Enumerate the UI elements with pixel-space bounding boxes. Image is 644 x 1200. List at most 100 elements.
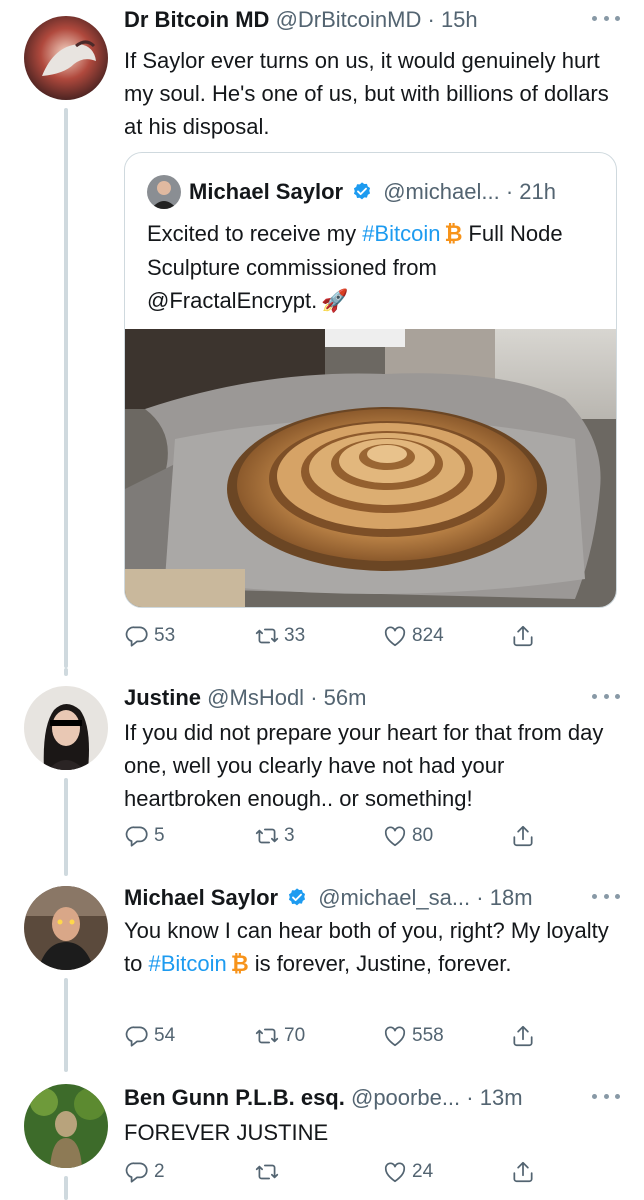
quoted-tweet[interactable]: Michael Saylor @michael... · 21h Excited… [124, 152, 617, 608]
share-button[interactable] [510, 1020, 540, 1052]
more-icon[interactable] [592, 886, 620, 906]
author-name[interactable]: Ben Gunn P.L.B. esq. [124, 1085, 345, 1110]
quote-media-image[interactable] [125, 329, 616, 607]
retweet-button[interactable] [254, 1156, 284, 1188]
reply-icon [124, 1023, 150, 1049]
author-handle[interactable]: @MsHodl [207, 685, 304, 710]
author-handle[interactable]: @michael_sa... [318, 885, 470, 910]
author-handle[interactable]: @DrBitcoinMD [276, 7, 422, 32]
like-icon [382, 1023, 408, 1049]
share-icon [510, 1023, 536, 1049]
thread-line [64, 1064, 68, 1072]
hashtag-link[interactable]: #Bitcoin [148, 951, 226, 976]
retweet-icon [254, 823, 280, 849]
thread-line [64, 1176, 68, 1200]
like-count: 80 [412, 825, 434, 846]
reply-count: 5 [154, 825, 165, 846]
tweet-actions: 54 70 558 [124, 1020, 554, 1052]
like-count: 24 [412, 1161, 434, 1182]
more-icon[interactable] [592, 1086, 620, 1106]
reply-icon [124, 823, 150, 849]
tweet-text: You know I can hear both of you, right? … [124, 914, 614, 981]
retweet-icon [254, 1159, 280, 1185]
quote-author-name: Michael Saylor [189, 179, 344, 204]
like-icon [382, 623, 408, 649]
retweet-button[interactable]: 3 [254, 820, 295, 852]
like-button[interactable]: 558 [382, 1020, 444, 1052]
share-icon [510, 623, 536, 649]
avatar-bengunn[interactable] [24, 1084, 108, 1168]
like-icon [382, 823, 408, 849]
reply-count: 54 [154, 1025, 176, 1046]
share-button[interactable] [510, 620, 540, 652]
author-name[interactable]: Justine [124, 685, 201, 710]
hashtag-link[interactable]: #Bitcoin [362, 221, 440, 246]
thread-line [64, 978, 68, 1070]
quote-time: · 21h [505, 179, 556, 204]
retweet-button[interactable]: 70 [254, 1020, 305, 1052]
avatar-saylor[interactable] [24, 886, 108, 970]
reply-button[interactable]: 2 [124, 1156, 165, 1188]
retweet-icon [254, 1023, 280, 1049]
reply-button[interactable]: 54 [124, 1020, 175, 1052]
bitcoin-emoji: ₿ [444, 222, 463, 247]
like-count: 824 [412, 625, 444, 646]
like-button[interactable]: 80 [382, 820, 433, 852]
like-button[interactable]: 24 [382, 1156, 433, 1188]
tweet-drbitcoin[interactable]: Dr Bitcoin MD @DrBitcoinMD · 15h If Sayl… [0, 0, 644, 680]
avatar-drbitcoin[interactable] [24, 16, 108, 100]
retweet-button[interactable]: 33 [254, 620, 305, 652]
tweet-time[interactable]: · 18m [476, 885, 532, 910]
reply-count: 53 [154, 625, 176, 646]
reply-icon [124, 1159, 150, 1185]
avatar-justine[interactable] [24, 686, 108, 770]
tweet-header: Dr Bitcoin MD @DrBitcoinMD · 15h [124, 4, 632, 36]
like-count: 558 [412, 1025, 444, 1046]
retweet-count: 70 [284, 1025, 306, 1046]
tweet-text: If Saylor ever turns on us, it would gen… [124, 48, 609, 139]
tweet-text: If you did not prepare your heart for th… [124, 720, 604, 811]
quote-text: Excited to receive my #Bitcoin ₿ Full Node… [147, 217, 594, 318]
author-name[interactable]: Dr Bitcoin MD [124, 7, 269, 32]
tweet-time[interactable]: · 56m [310, 685, 366, 710]
rocket-emoji: 🚀 [321, 289, 349, 314]
tweet-justine[interactable]: Justine @MsHodl · 56m If you did not pre… [0, 668, 644, 880]
tweet-time[interactable]: · 15h [428, 7, 478, 32]
tweet-time[interactable]: · 13m [466, 1085, 522, 1110]
tweet-header: Michael Saylor @michael_sa... · 18m [124, 882, 632, 914]
mention-link[interactable]: @FractalEncrypt [147, 288, 311, 313]
verified-badge-icon [286, 887, 308, 909]
reply-icon [124, 623, 150, 649]
thread-line [64, 868, 68, 876]
author-handle[interactable]: @poorbe... [351, 1085, 460, 1110]
tweet-actions: 53 33 824 [124, 620, 554, 652]
reply-button[interactable]: 53 [124, 620, 175, 652]
verified-badge-icon [351, 181, 373, 203]
thread-line [64, 668, 68, 676]
bitcoin-emoji: ₿ [230, 952, 249, 977]
more-icon[interactable] [592, 8, 620, 28]
like-button[interactable]: 824 [382, 620, 444, 652]
tweet-header: Justine @MsHodl · 56m [124, 682, 632, 714]
share-button[interactable] [510, 1156, 540, 1188]
reply-count: 2 [154, 1161, 165, 1182]
quote-author-handle: @michael... [383, 179, 500, 204]
quote-avatar [147, 175, 181, 209]
author-name[interactable]: Michael Saylor [124, 885, 278, 910]
retweet-count: 33 [284, 625, 306, 646]
tweet-bengunn[interactable]: Ben Gunn P.L.B. esq. @poorbe... · 13m FO… [0, 1064, 644, 1200]
share-icon [510, 1159, 536, 1185]
reply-button[interactable]: 5 [124, 820, 165, 852]
retweet-icon [254, 623, 280, 649]
quote-text-part: Excited to receive my [147, 221, 363, 246]
like-icon [382, 1159, 408, 1185]
thread-line [64, 108, 68, 668]
thread-line [64, 778, 68, 874]
tweet-actions: 2 24 [124, 1156, 554, 1188]
tweet-header: Ben Gunn P.L.B. esq. @poorbe... · 13m [124, 1082, 632, 1114]
share-button[interactable] [510, 820, 540, 852]
more-icon[interactable] [592, 686, 620, 706]
tweet-saylor[interactable]: Michael Saylor @michael_sa... · 18m You … [0, 868, 644, 1076]
share-icon [510, 823, 536, 849]
quote-text-part: . [311, 288, 318, 313]
